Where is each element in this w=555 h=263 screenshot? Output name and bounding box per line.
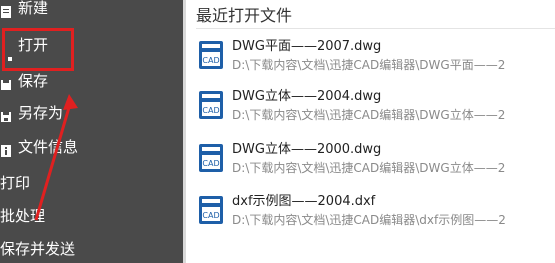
menu-label-file-info: 文件信息 <box>18 138 79 156</box>
title-divider <box>196 28 555 29</box>
cad-icon-label: CAD <box>202 211 219 220</box>
menu-label-new: 新建 <box>18 0 49 17</box>
recent-file-item[interactable]: CAD DWG立体——2004.dwg D:\下载内容\文档\迅捷CAD编辑器\… <box>186 86 555 132</box>
recent-files-panel: 最近打开文件 CAD DWG平面——2007.dwg D:\下载内容\文档\迅捷… <box>186 0 555 263</box>
menu-label-batch: 批处理 <box>0 207 46 225</box>
file-path: D:\下载内容\文档\迅捷CAD编辑器\dxf示例图——2 <box>232 213 506 227</box>
cad-file-icon: CAD <box>198 143 224 173</box>
cad-icon-label: CAD <box>202 56 219 65</box>
cad-file-icon: CAD <box>198 195 224 225</box>
new-file-icon <box>0 1 12 18</box>
cad-icon-label: CAD <box>202 106 219 115</box>
recent-file-item[interactable]: CAD DWG平面——2007.dwg D:\下载内容\文档\迅捷CAD编辑器\… <box>186 36 555 82</box>
file-path: D:\下载内容\文档\迅捷CAD编辑器\DWG立体——2 <box>232 161 506 175</box>
annotation-highlight-box <box>2 28 74 71</box>
menu-label-save-as: 另存为 <box>18 104 64 122</box>
file-name: dxf示例图——2004.dxf <box>232 194 376 209</box>
menu-label-print: 打印 <box>0 174 31 192</box>
menu-label-save: 保存 <box>18 72 49 90</box>
file-path: D:\下载内容\文档\迅捷CAD编辑器\DWG立体——2 <box>232 108 506 122</box>
file-path: D:\下载内容\文档\迅捷CAD编辑器\DWG平面——2 <box>232 58 506 72</box>
menu-label-save-send: 保存并发送 <box>0 240 76 258</box>
cad-icon-label: CAD <box>202 159 219 168</box>
save-icon <box>0 74 12 90</box>
recent-file-item[interactable]: CAD DWG立体——2000.dwg D:\下载内容\文档\迅捷CAD编辑器\… <box>186 139 555 185</box>
cad-file-icon: CAD <box>198 90 224 120</box>
recent-file-item[interactable]: CAD dxf示例图——2004.dxf D:\下载内容\文档\迅捷CAD编辑器… <box>186 191 555 237</box>
cad-file-icon: CAD <box>198 40 224 70</box>
file-name: DWG平面——2007.dwg <box>232 39 382 54</box>
file-info-icon <box>0 140 12 157</box>
recent-files-title: 最近打开文件 <box>196 6 293 25</box>
file-name: DWG立体——2004.dwg <box>232 89 382 104</box>
save-as-icon <box>0 106 12 122</box>
file-name: DWG立体——2000.dwg <box>232 142 382 157</box>
